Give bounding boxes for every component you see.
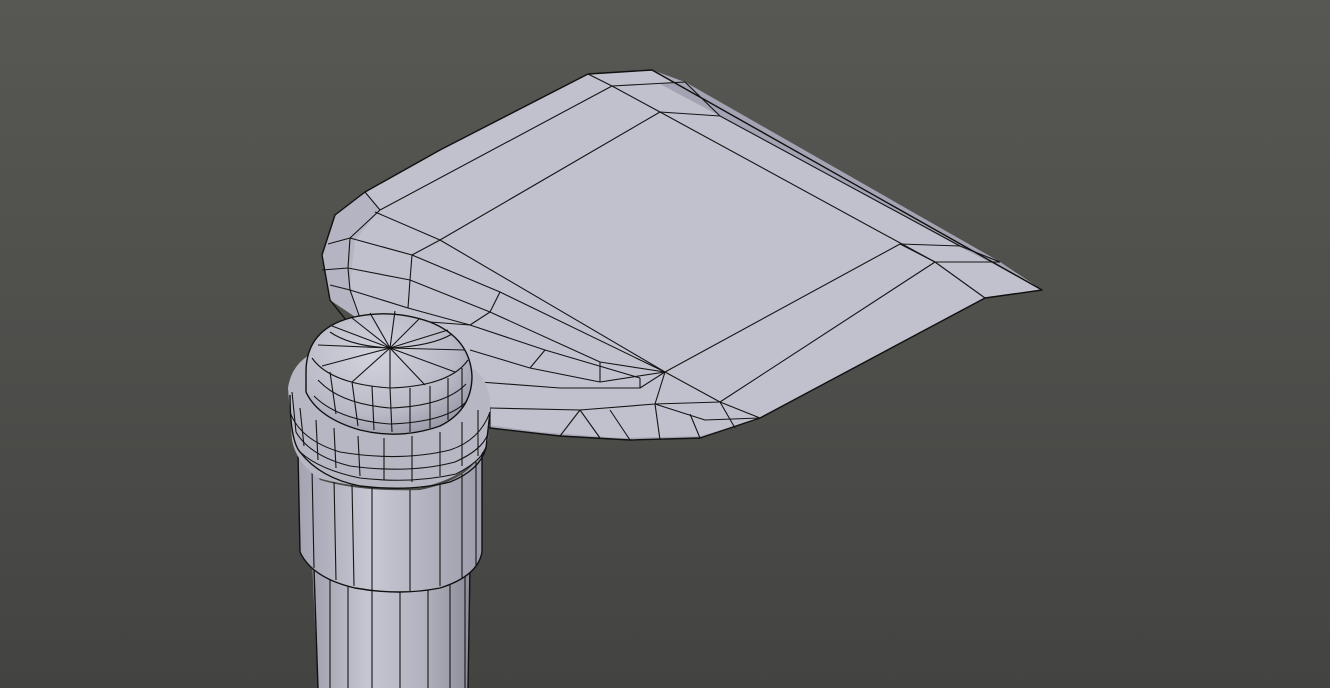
mesh-scene[interactable] <box>0 0 1330 688</box>
3d-viewport[interactable] <box>0 0 1330 688</box>
